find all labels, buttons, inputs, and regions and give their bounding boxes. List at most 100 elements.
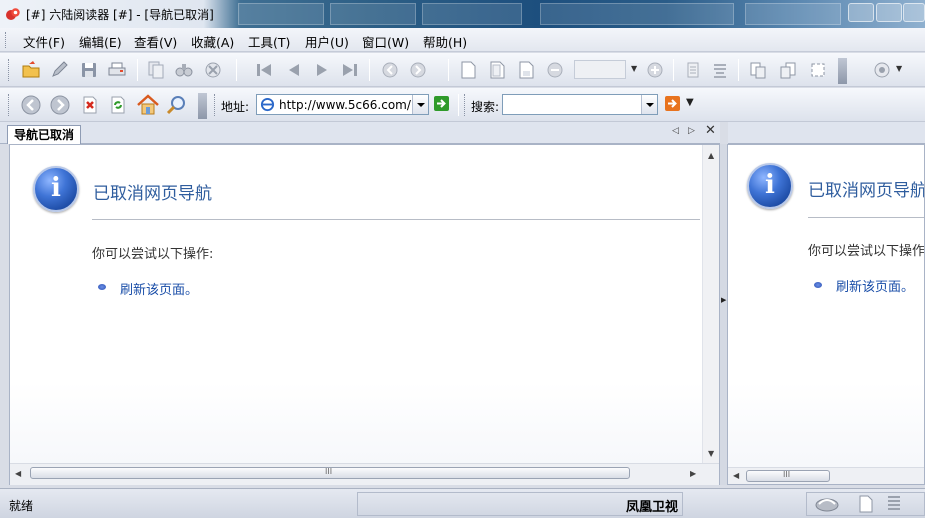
close-page-icon[interactable] [80, 95, 100, 115]
page-width-icon[interactable] [710, 60, 730, 80]
status-brand-text: 凤凰卫视 [626, 500, 679, 515]
horizontal-scroll-thumb[interactable]: III [30, 467, 630, 479]
history-back-icon[interactable] [380, 60, 400, 80]
page-view-icon[interactable] [858, 495, 874, 513]
stop-icon[interactable] [203, 60, 223, 80]
address-url[interactable]: http://www.5c66.com/ [279, 98, 411, 112]
continuous-page-icon[interactable] [487, 60, 507, 80]
toolbar-overflow-button[interactable] [198, 93, 207, 119]
search-dropdown-button[interactable] [641, 95, 657, 114]
refresh-page-link[interactable]: 刷新该页面。 [120, 279, 198, 298]
page-heading: 已取消网页导航 [808, 181, 925, 201]
history-forward-icon[interactable] [408, 60, 428, 80]
tab-scroll-right-icon[interactable]: ▷ [688, 126, 695, 136]
search-go-icon[interactable] [664, 95, 681, 112]
scroll-left-arrow[interactable]: ◀ [15, 469, 21, 478]
menu-tools[interactable]: 工具(T) [248, 32, 290, 51]
address-dropdown-button[interactable] [412, 95, 428, 114]
forward-icon[interactable] [49, 94, 71, 116]
bullet-icon [98, 284, 106, 290]
background-window-ghost [238, 3, 324, 25]
status-text: 就绪 [9, 499, 34, 513]
pane-splitter[interactable]: ▶ [720, 144, 727, 485]
menu-help[interactable]: 帮助(H) [423, 32, 467, 51]
app-icon [6, 8, 20, 20]
refresh-icon[interactable] [108, 95, 128, 115]
home-icon[interactable] [136, 93, 160, 117]
search-icon[interactable] [166, 94, 188, 116]
ie-page-icon [260, 97, 275, 112]
thumb-grip: III [325, 467, 333, 476]
last-page-icon[interactable] [340, 60, 360, 80]
menu-favorites[interactable]: 收藏(A) [191, 32, 234, 51]
open-folder-icon[interactable] [21, 60, 41, 80]
edit-icon[interactable] [50, 60, 70, 80]
tab-strip: 导航已取消 ◁ ▷ ✕ [0, 122, 720, 144]
fit-page-icon[interactable] [808, 60, 828, 80]
page-text-icon[interactable] [683, 60, 703, 80]
save-icon[interactable] [79, 60, 99, 80]
zoom-in-icon[interactable] [645, 60, 665, 80]
toolbar-grip[interactable] [464, 94, 467, 116]
search-field[interactable] [502, 94, 658, 115]
scroll-down-arrow[interactable]: ▼ [708, 449, 714, 458]
view-mode-dropdown-arrow[interactable]: ▼ [896, 64, 902, 73]
menu-bar: 文件(F) 编辑(E) 查看(V) 收藏(A) 工具(T) 用户(U) 窗口(W… [0, 28, 925, 52]
next-page-icon[interactable] [312, 60, 332, 80]
menu-window[interactable]: 窗口(W) [362, 32, 409, 51]
minimize-button[interactable] [848, 3, 874, 22]
thumb-grip: III [783, 470, 791, 479]
tab-navigation-canceled[interactable]: 导航已取消 [7, 125, 82, 144]
zoom-out-icon[interactable] [545, 60, 565, 80]
bullet-icon [814, 282, 822, 288]
background-window-ghost [745, 3, 841, 25]
horizontal-scrollbar[interactable]: ◀ III [728, 467, 924, 484]
first-page-icon[interactable] [254, 60, 274, 80]
go-icon[interactable] [433, 95, 450, 112]
main-toolbar: ▼ ▼ [0, 53, 925, 87]
prev-page-icon[interactable] [284, 60, 304, 80]
tab-label: 导航已取消 [14, 128, 75, 142]
maximize-button[interactable] [876, 3, 902, 22]
scroll-left-arrow[interactable]: ◀ [733, 471, 739, 480]
horizontal-scrollbar[interactable]: ◀ III ▶ [10, 463, 719, 485]
menu-view[interactable]: 查看(V) [134, 32, 177, 51]
toolbar-grip[interactable] [8, 59, 11, 81]
scroll-view-icon[interactable] [886, 495, 902, 513]
facing-page-icon[interactable] [516, 60, 536, 80]
window-title: [#] 六陆阅读器 [#] - [导航已取消] [26, 8, 214, 22]
close-window-button[interactable] [903, 3, 925, 22]
scroll-right-arrow[interactable]: ▶ [690, 469, 696, 478]
horizontal-scroll-thumb[interactable]: III [746, 470, 830, 482]
copy-icon[interactable] [146, 60, 166, 80]
toolbar-grip[interactable] [214, 94, 217, 116]
vertical-scrollbar[interactable]: ▲ ▼ [702, 145, 719, 463]
back-icon[interactable] [20, 94, 42, 116]
search-engine-dropdown-arrow[interactable]: ▼ [686, 97, 694, 108]
refresh-page-link[interactable]: 刷新该页面。 [836, 276, 914, 295]
info-icon: i [33, 166, 79, 212]
print-icon[interactable] [107, 60, 127, 80]
scroll-up-arrow[interactable]: ▲ [708, 151, 714, 160]
heading-divider [92, 219, 700, 220]
zoom-level-field[interactable] [574, 60, 626, 79]
menu-edit[interactable]: 编辑(E) [79, 32, 122, 51]
rotate-right-icon[interactable] [778, 60, 798, 80]
find-icon[interactable] [174, 60, 194, 80]
menu-grip[interactable] [5, 32, 8, 48]
background-window-ghost [540, 3, 734, 25]
toolbar-separator [738, 59, 739, 81]
menu-user[interactable]: 用户(U) [305, 32, 349, 51]
view-mode-icon[interactable] [872, 60, 892, 80]
page-heading: 已取消网页导航 [93, 184, 212, 204]
rotate-left-icon[interactable] [748, 60, 768, 80]
zoom-dropdown-arrow[interactable]: ▼ [631, 64, 637, 73]
toolbar-grip[interactable] [8, 94, 11, 116]
toolbar-overflow-button[interactable] [838, 58, 847, 84]
menu-file[interactable]: 文件(F) [23, 32, 65, 51]
tab-scroll-left-icon[interactable]: ◁ [672, 126, 679, 136]
address-field[interactable]: http://www.5c66.com/ [256, 94, 429, 115]
tab-close-icon[interactable]: ✕ [705, 123, 716, 138]
single-page-icon[interactable] [458, 60, 478, 80]
reader-logo-icon[interactable] [814, 494, 840, 514]
